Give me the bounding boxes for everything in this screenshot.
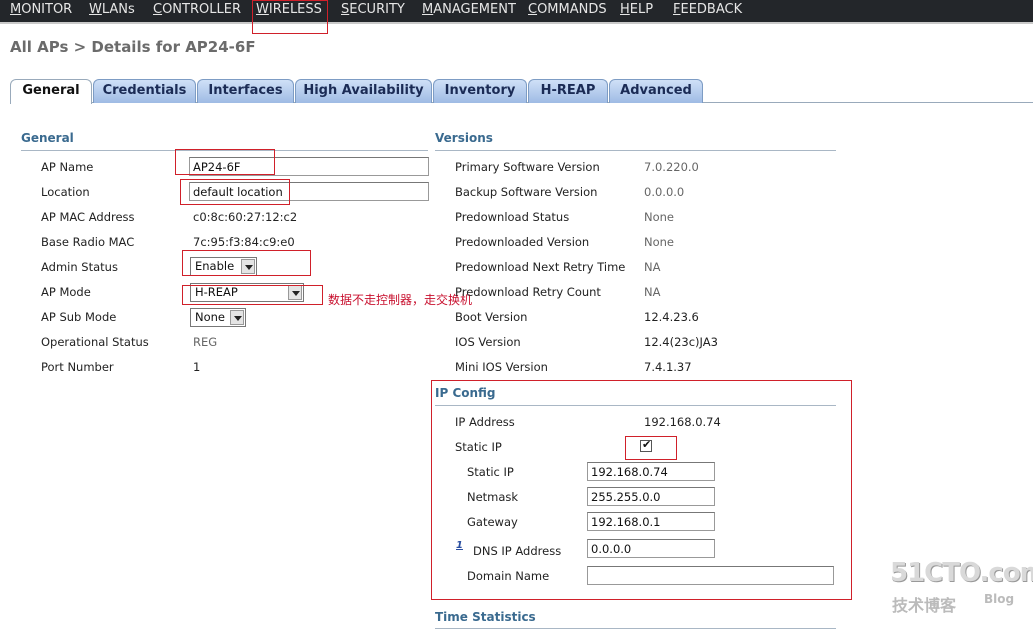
watermark-blog: Blog [984,592,1015,606]
domain-name-input[interactable] [587,566,834,585]
location-label: Location [41,185,90,199]
version-row-value: None [644,235,675,249]
version-row-label: Mini IOS Version [455,360,548,374]
general-section-title: General [21,131,74,145]
top-nav-bar: MONITOR WLANs CONTROLLER WIRELESS SECURI… [0,0,1033,24]
version-row-value: 7.4.1.37 [644,360,692,374]
tab-high-availability[interactable]: High Availability [295,79,432,103]
nav-separator [0,22,1033,24]
tab-interfaces[interactable]: Interfaces [197,79,294,103]
ap-mode-annotation: 数据不走控制器，走交换机 [328,293,473,307]
version-row-label: IOS Version [455,335,521,349]
tab-inventory[interactable]: Inventory [433,79,527,103]
operational-status-value: REG [193,335,218,349]
nav-monitor[interactable]: MONITOR [10,2,72,17]
nav-wlans[interactable]: WLANs [89,2,135,17]
page-title: All APs > Details for AP24-6F [10,38,256,56]
version-row-label: Predownload Next Retry Time [455,260,626,274]
base-radio-mac-value: 7c:95:f3:84:c9:e0 [193,235,295,249]
ap-mode-label: AP Mode [41,285,91,299]
version-row-value: 12.4.23.6 [644,310,699,324]
tab-credentials[interactable]: Credentials [93,79,196,103]
ap-sub-mode-value: None [195,310,226,324]
ap-mac-value: c0:8c:60:27:12:c2 [193,210,298,224]
ap-mac-label: AP MAC Address [41,210,135,224]
chevron-down-icon [230,310,244,325]
versions-section-title: Versions [435,131,493,145]
ip-address-label: IP Address [455,415,515,429]
highlight-ap-mode [182,285,323,305]
domain-name-label: Domain Name [467,569,550,583]
watermark-logo: 51CTO.com [890,558,1033,588]
ap-name-label: AP Name [41,160,94,174]
ap-sub-mode-label: AP Sub Mode [41,310,117,324]
tab-general[interactable]: General [10,79,92,104]
dns-ip-input[interactable] [587,539,715,558]
version-row-label: Boot Version [455,310,528,324]
version-row-label: Primary Software Version [455,160,600,174]
version-row-value: 12.4(23c)JA3 [644,335,718,349]
operational-status-label: Operational Status [41,335,149,349]
highlight-admin-status [182,250,311,276]
version-row-label: Predownload Status [455,210,570,224]
static-ip-input[interactable] [587,462,715,481]
version-row-label: Predownloaded Version [455,235,590,249]
ip-config-section-title: IP Config [435,386,496,400]
time-statistics-section-rule [435,628,836,629]
tab-advanced[interactable]: Advanced [609,79,703,103]
versions-section-rule [435,150,836,151]
nav-management[interactable]: MANAGEMENT [422,2,516,17]
tab-h-reap[interactable]: H-REAP [528,79,608,103]
nav-commands[interactable]: COMMANDS [528,2,607,17]
netmask-label: Netmask [467,490,519,504]
nav-controller[interactable]: CONTROLLER [153,2,241,17]
ip-address-value: 192.168.0.74 [644,415,721,429]
highlight-wireless [252,0,328,34]
port-number-value: 1 [193,360,201,374]
ip-config-section-rule [435,405,836,406]
nav-security[interactable]: SECURITY [341,2,405,17]
dns-ip-label: DNS IP Address [473,544,562,558]
static-ip-label: Static IP [467,465,514,479]
ap-sub-mode-select[interactable]: None [190,308,246,327]
time-statistics-section-title: Time Statistics [435,610,536,624]
highlight-ap-name [175,149,275,175]
static-ip-checkbox-label: Static IP [455,440,502,454]
nav-feedback[interactable]: FEEDBACK [673,2,742,17]
admin-status-label: Admin Status [41,260,118,274]
gateway-label: Gateway [467,515,518,529]
version-row-label: Predownload Retry Count [455,285,601,299]
highlight-static-ip-checkbox [625,436,677,460]
gateway-input[interactable] [587,512,715,531]
netmask-input[interactable] [587,487,715,506]
nav-help[interactable]: HELP [620,2,653,17]
highlight-location [180,179,290,205]
base-radio-mac-label: Base Radio MAC [41,235,135,249]
version-row-value: NA [644,285,661,299]
version-row-value: None [644,210,675,224]
version-row-value: 7.0.220.0 [644,160,699,174]
version-row-value: NA [644,260,661,274]
watermark-subtitle: 技术博客 [892,596,957,615]
version-row-label: Backup Software Version [455,185,598,199]
port-number-label: Port Number [41,360,114,374]
version-row-value: 0.0.0.0 [644,185,685,199]
dns-footnote-link[interactable]: 1 [456,540,463,551]
